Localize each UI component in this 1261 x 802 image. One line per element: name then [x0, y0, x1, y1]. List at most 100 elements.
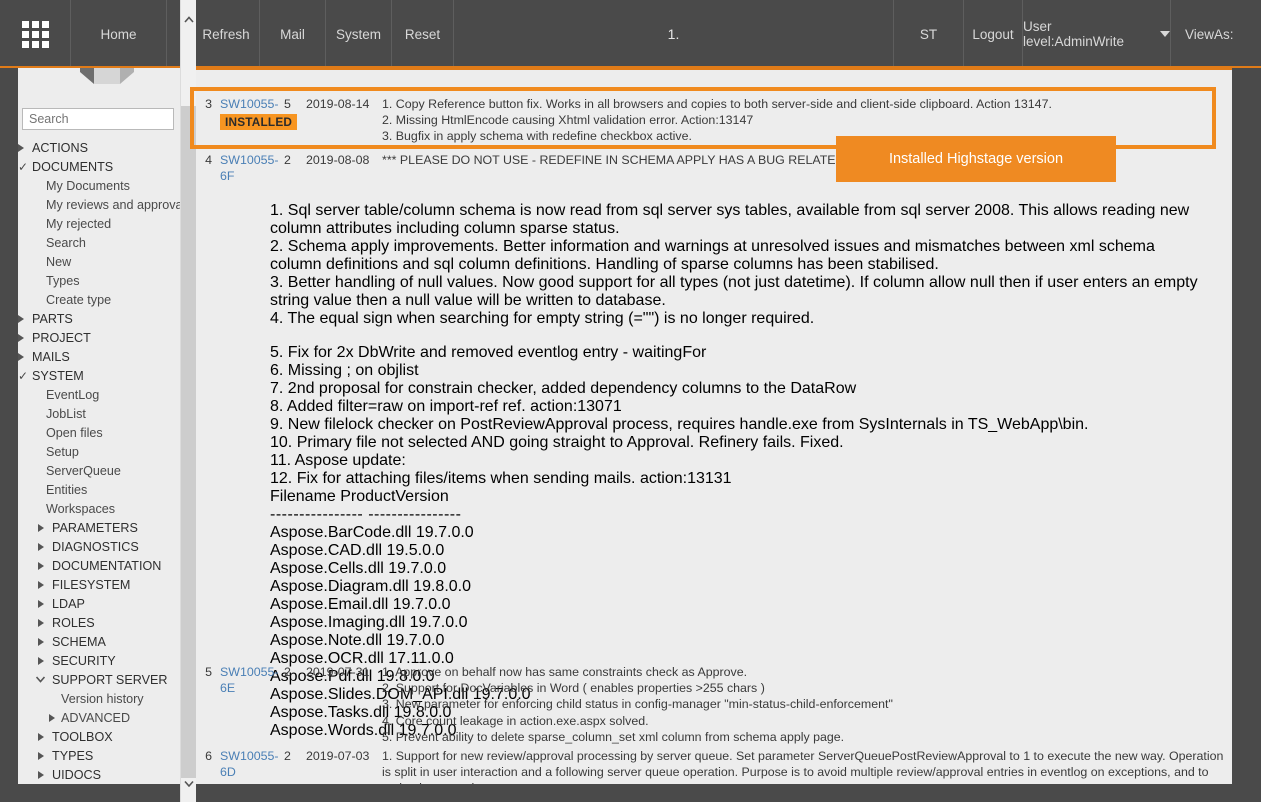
sidebar-item-security[interactable]: SECURITY: [18, 651, 180, 670]
sidebar-item-schema[interactable]: SCHEMA: [18, 632, 180, 651]
sidebar-item-ldap[interactable]: LDAP: [18, 594, 180, 613]
sidebar-item-new[interactable]: New: [18, 252, 180, 271]
sidebar-item-label: TYPES: [52, 748, 94, 763]
sidebar-item-search[interactable]: Search: [18, 233, 180, 252]
system-button[interactable]: System: [326, 0, 392, 68]
user-level-dropdown[interactable]: User level:AdminWrite: [1023, 0, 1171, 68]
row-id-link[interactable]: SW10055-6D: [212, 748, 284, 784]
status-badge: INSTALLED: [220, 114, 298, 130]
chevron-right-icon: [18, 314, 24, 323]
sidebar-item-my-reviews-and-approvals[interactable]: My reviews and approvals: [18, 195, 180, 214]
sidebar-item-parameters[interactable]: PARAMETERS: [18, 518, 180, 537]
sidebar-item-label: ServerQueue: [46, 463, 121, 478]
sidebar-item-label: EventLog: [46, 387, 100, 402]
table-row[interactable]: 5 SW10055-6E 2 2019-07-31 1. Approve on …: [196, 664, 1232, 745]
row-id-link[interactable]: SW10055-6F: [212, 152, 284, 184]
sidebar-item-parts[interactable]: PARTS: [18, 309, 180, 328]
logout-button[interactable]: Logout: [964, 0, 1023, 68]
row-number: 5: [205, 665, 212, 679]
row-line: 8. Added filter=raw on import-ref ref. a…: [270, 398, 622, 416]
st-button[interactable]: ST: [894, 0, 964, 68]
row-body: 1. Support for new review/approval proce…: [380, 748, 1232, 784]
sidebar-item-label: JobList: [46, 406, 86, 421]
grid-icon: [21, 20, 49, 48]
sidebar-item-workspaces[interactable]: Workspaces: [18, 499, 180, 518]
row-line: 3. New parameter for enforcing child sta…: [382, 697, 893, 712]
sidebar-item-label: Setup: [46, 444, 79, 459]
row-line: 3. Better handling of null values. Now g…: [270, 274, 1198, 310]
chevron-right-icon: [38, 751, 44, 760]
row-line: 1. Approve on behalf now has same constr…: [382, 665, 748, 679]
sidebar-item-diagnostics[interactable]: DIAGNOSTICS: [18, 537, 180, 556]
row-id-link[interactable]: SW10055-6E: [212, 664, 284, 745]
scroll-down-button[interactable]: [181, 772, 197, 794]
app-grid-button[interactable]: [0, 0, 71, 68]
refresh-button[interactable]: Refresh: [193, 0, 260, 68]
sidebar-item-label: ADVANCED: [61, 710, 131, 725]
sidebar-item-project[interactable]: PROJECT: [18, 328, 180, 347]
nav-home-label: Home: [100, 26, 137, 42]
sidebar-item-my-rejected[interactable]: My rejected: [18, 214, 180, 233]
row-line: 1. Sql server table/column schema is now…: [270, 202, 1190, 238]
sidebar-item-label: Open files: [46, 425, 103, 440]
sidebar-item-advanced[interactable]: ADVANCED: [18, 708, 180, 727]
row-date: 2019-08-14: [306, 97, 370, 111]
view-as-label: ViewAs:: [1185, 26, 1234, 42]
sidebar-item-roles[interactable]: ROLES: [18, 613, 180, 632]
row-line: 9. New filelock checker on PostReviewApp…: [270, 416, 1089, 434]
sidebar-item-documents[interactable]: ✓ DOCUMENTS: [18, 157, 180, 176]
sidebar-item-joblist[interactable]: JobList: [18, 404, 180, 423]
chevron-right-icon: [38, 637, 44, 646]
sidebar-item-toolbox[interactable]: TOOLBOX: [18, 727, 180, 746]
row-revision: 2: [284, 749, 291, 763]
sidebar-item-my-documents[interactable]: My Documents: [18, 176, 180, 195]
sidebar-item-mails[interactable]: MAILS: [18, 347, 180, 366]
sidebar-item-label: ACTIONS: [32, 140, 88, 155]
sidebar-item-label: PARTS: [32, 311, 73, 326]
sidebar-item-system[interactable]: ✓ SYSTEM: [18, 366, 180, 385]
sidebar-item-uidocs[interactable]: UIDOCS: [18, 765, 180, 784]
search-input[interactable]: [22, 108, 174, 130]
sidebar-item-create-type[interactable]: Create type: [18, 290, 180, 309]
sidebar-item-label: My rejected: [46, 216, 112, 231]
table-row[interactable]: 6 SW10055-6D 2 2019-07-03 1. Support for…: [196, 748, 1232, 784]
sidebar-item-documentation[interactable]: DOCUMENTATION: [18, 556, 180, 575]
row-number: 3: [205, 97, 212, 111]
reset-label: Reset: [404, 26, 441, 42]
vertical-scrollbar[interactable]: [180, 0, 197, 802]
sidebar-item-label: LDAP: [52, 596, 85, 611]
chevron-right-icon: [38, 656, 44, 665]
reset-button[interactable]: Reset: [392, 0, 454, 68]
sidebar-item-setup[interactable]: Setup: [18, 442, 180, 461]
sidebar-item-eventlog[interactable]: EventLog: [18, 385, 180, 404]
sidebar-item-version-history[interactable]: Version history: [18, 689, 180, 708]
chevron-right-icon: [38, 770, 44, 779]
sidebar-item-types[interactable]: TYPES: [18, 746, 180, 765]
sidebar-item-label: Workspaces: [46, 501, 116, 516]
row-line: 12. Fix for attaching files/items when s…: [270, 470, 732, 488]
sidebar-item-label: MAILS: [32, 349, 70, 364]
sidebar-item-types[interactable]: Types: [18, 271, 180, 290]
sidebar-item-open-files[interactable]: Open files: [18, 423, 180, 442]
sidebar-item-support-server[interactable]: SUPPORT SERVER: [18, 670, 180, 689]
right-chrome-strip: [1232, 68, 1261, 802]
table-row[interactable]: 4 SW10055-6F 2 2019-08-08 *** PLEASE DO …: [196, 152, 1232, 740]
mail-button[interactable]: Mail: [260, 0, 326, 68]
sidebar-item-label: TOOLBOX: [52, 729, 113, 744]
sidebar-item-filesystem[interactable]: FILESYSTEM: [18, 575, 180, 594]
dll-line: Aspose.Cells.dll 19.7.0.0: [270, 560, 447, 578]
row-date: 2019-07-03: [306, 749, 370, 763]
sidebar-item-actions[interactable]: ACTIONS: [18, 138, 180, 157]
nav-home-button[interactable]: Home: [71, 0, 167, 68]
sidebar-item-label: UIDOCS: [52, 767, 101, 782]
sidebar-item-entities[interactable]: Entities: [18, 480, 180, 499]
sidebar-item-label: New: [46, 254, 72, 269]
view-as-button[interactable]: ViewAs:: [1171, 0, 1261, 68]
page-title-text: 1.: [667, 26, 680, 42]
sidebar-item-serverqueue[interactable]: ServerQueue: [18, 461, 180, 480]
row-line: 7. 2nd proposal for constrain checker, a…: [270, 380, 857, 398]
scrollbar-thumb[interactable]: [181, 106, 197, 778]
scroll-up-button[interactable]: [181, 8, 197, 30]
chevron-right-icon: [38, 523, 44, 532]
